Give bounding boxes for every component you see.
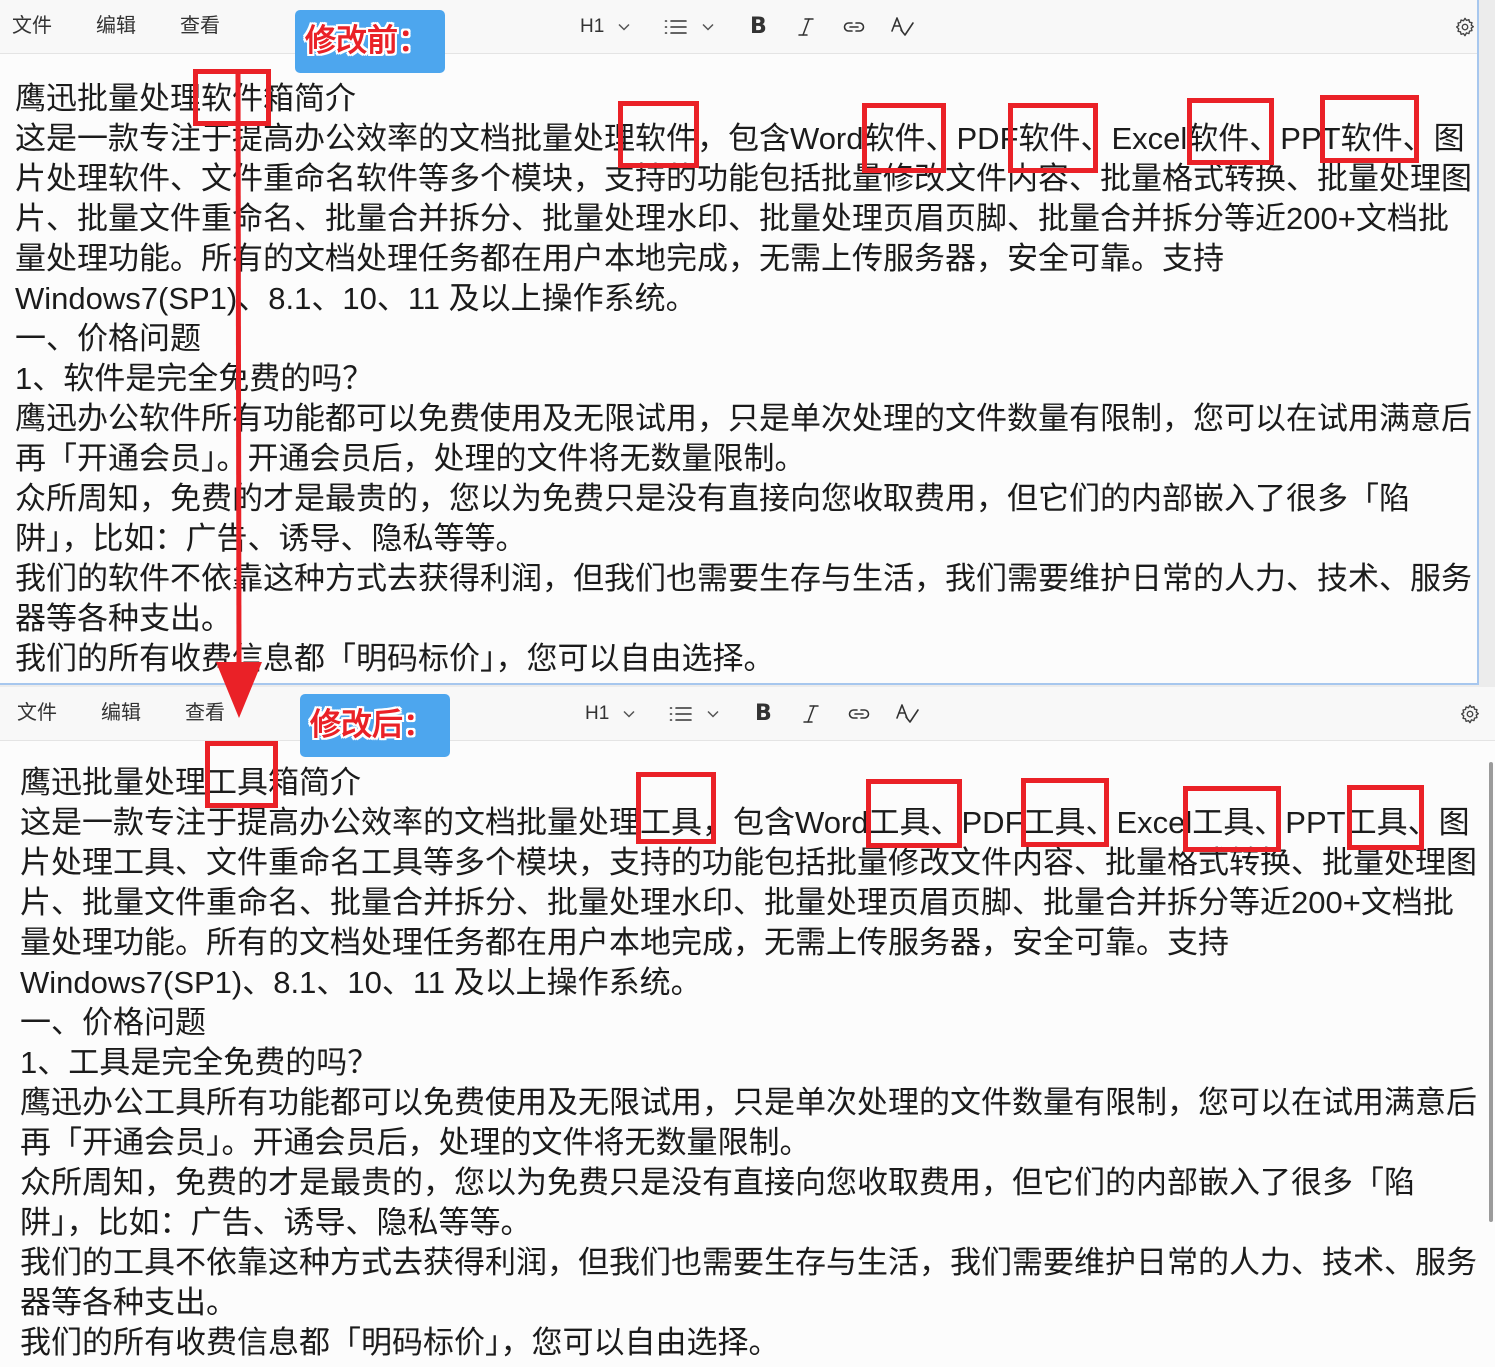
settings-button[interactable]: [1459, 687, 1481, 740]
highlight-box: [1008, 103, 1098, 173]
highlight-box: [1320, 95, 1419, 163]
vertical-scrollbar[interactable]: [1489, 762, 1493, 1222]
list-dropdown-button[interactable]: [664, 0, 714, 53]
text-line: 阱」，比如：广告、诱导、隐私等等。: [20, 1205, 532, 1240]
highlight-box: [1347, 785, 1424, 850]
unordered-list-icon: [669, 706, 692, 721]
spellcheck-button[interactable]: [889, 0, 915, 53]
text-line: 鹰迅办公软件所有功能都可以免费使用及无限试用，只是单次处理的文件数量有限制，您可…: [15, 401, 1472, 436]
chevron-down-icon: [702, 23, 714, 31]
link-icon: [843, 21, 865, 32]
chevron-down-icon: [623, 710, 635, 718]
text-line: 我们的所有收费信息都「明码标价」，您可以自由选择。: [15, 641, 775, 676]
text-line: 器等各种支出。: [15, 601, 232, 636]
spellcheck-icon: [891, 16, 914, 36]
gear-icon: [1460, 704, 1480, 723]
text-line: Windows7(SP1)、8.1、10、11 及以上操作系统。: [15, 281, 697, 316]
editor-content[interactable]: 鹰迅批量处理软件箱简介 这是一款专注于提高办公效率的文档批量处理软件，包含Wor…: [15, 79, 1477, 679]
text-line: 我们的软件不依靠这种方式去获得利润，但我们也需要生存与生活，我们需要维护日常的人…: [15, 561, 1472, 596]
spellcheck-button[interactable]: [894, 687, 920, 740]
text-line: 量处理功能。所有的文档处理任务都在用户本地完成，无需上传服务器，安全可靠。支持: [20, 925, 1229, 960]
highlight-box: [618, 101, 699, 168]
before-label: 修改前：: [295, 10, 445, 73]
heading-level-value: H1: [580, 15, 605, 37]
highlight-box: [1021, 778, 1109, 847]
highlight-box: [866, 779, 962, 848]
chevron-down-icon: [707, 710, 719, 718]
menu-file[interactable]: 文件: [12, 0, 52, 53]
spellcheck-icon: [896, 703, 919, 723]
menu-file[interactable]: 文件: [17, 687, 57, 740]
question-line: 1、工具是完全免费的吗？: [20, 1045, 379, 1080]
italic-icon: [803, 704, 819, 723]
menu-view[interactable]: 查看: [180, 0, 220, 53]
unordered-list-icon: [664, 19, 687, 34]
highlight-box: [636, 772, 716, 844]
text-line: 我们的所有收费信息都「明码标价」，您可以自由选择。: [20, 1325, 780, 1360]
italic-button[interactable]: [802, 687, 820, 740]
settings-button[interactable]: [1454, 0, 1476, 53]
text-line: 众所周知，免费的才是最贵的，您以为免费只是没有直接向您收取费用，但它们的内部嵌入…: [15, 481, 1410, 516]
text-line: 片、批量文件重命名、批量合并拆分、批量处理水印、批量处理页眉页脚、批量合并拆分等…: [20, 885, 1454, 920]
text-line: 片、批量文件重命名、批量合并拆分、批量处理水印、批量处理页眉页脚、批量合并拆分等…: [15, 201, 1449, 236]
editor-toolbar: 文件 编辑 查看 H1 B: [0, 0, 1477, 54]
question-line: 1、软件是完全免费的吗？: [15, 361, 374, 396]
bold-icon: B: [750, 14, 767, 39]
menu-view[interactable]: 查看: [185, 687, 225, 740]
bold-icon: B: [755, 701, 772, 726]
text-line: 再「开通会员」。开通会员后，处理的文件将无数量限制。: [15, 441, 806, 476]
menu-edit[interactable]: 编辑: [101, 687, 141, 740]
italic-icon: [798, 17, 814, 36]
text-line: 片处理软件、文件重命名软件等多个模块，支持的功能包括批量修改文件内容、批量格式转…: [15, 161, 1472, 196]
highlight-box: [1183, 786, 1281, 852]
heading-level-dropdown[interactable]: H1: [580, 0, 630, 53]
link-button[interactable]: [847, 687, 871, 740]
chevron-down-icon: [618, 23, 630, 31]
heading-level-dropdown[interactable]: H1: [585, 687, 635, 740]
highlight-box: [1187, 98, 1274, 165]
link-button[interactable]: [842, 0, 866, 53]
section-heading: 一、价格问题: [20, 1005, 206, 1040]
link-icon: [848, 708, 870, 719]
highlight-box: [862, 103, 946, 173]
italic-button[interactable]: [797, 0, 815, 53]
editor-toolbar: 文件 编辑 查看 H1 B: [0, 687, 1495, 741]
text-line: Windows7(SP1)、8.1、10、11 及以上操作系统。: [20, 965, 702, 1000]
text-line: 众所周知，免费的才是最贵的，您以为免费只是没有直接向您收取费用，但它们的内部嵌入…: [20, 1165, 1415, 1200]
bold-button[interactable]: B: [755, 687, 772, 740]
text-line: 阱」，比如：广告、诱导、隐私等等。: [15, 521, 527, 556]
section-heading: 一、价格问题: [15, 321, 201, 356]
list-dropdown-button[interactable]: [669, 687, 719, 740]
text-line: 我们的工具不依靠这种方式去获得利润，但我们也需要生存与生活，我们需要维护日常的人…: [20, 1245, 1477, 1280]
bold-button[interactable]: B: [750, 0, 767, 53]
text-line: 再「开通会员」。开通会员后，处理的文件将无数量限制。: [20, 1125, 811, 1160]
text-line: 器等各种支出。: [20, 1285, 237, 1320]
highlight-box: [193, 69, 271, 126]
menu-edit[interactable]: 编辑: [96, 0, 136, 53]
highlight-box: [205, 741, 278, 808]
text-line: 量处理功能。所有的文档处理任务都在用户本地完成，无需上传服务器，安全可靠。支持: [15, 241, 1224, 276]
heading-level-value: H1: [585, 702, 610, 724]
gear-icon: [1455, 17, 1475, 36]
text-line: 鹰迅办公工具所有功能都可以免费使用及无限试用，只是单次处理的文件数量有限制，您可…: [20, 1085, 1477, 1120]
after-label: 修改后：: [300, 694, 450, 757]
editor-content[interactable]: 鹰迅批量处理工具箱简介 这是一款专注于提高办公效率的文档批量处理工具，包含Wor…: [20, 763, 1495, 1363]
